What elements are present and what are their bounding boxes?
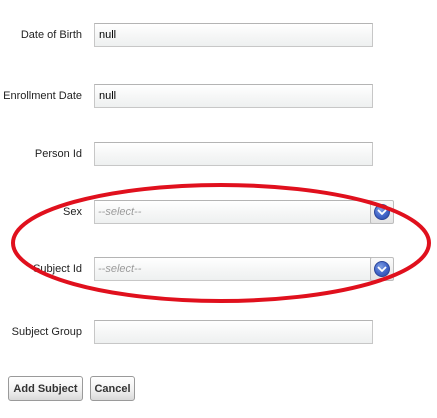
subject-id-label: Subject Id <box>33 263 82 275</box>
sex-select[interactable]: --select-- <box>94 200 373 224</box>
chevron-down-icon <box>377 209 387 215</box>
enrollment-date-label: Enrollment Date <box>3 90 82 102</box>
subject-group-row: Subject Group <box>0 320 437 344</box>
person-id-field[interactable] <box>94 142 373 166</box>
subject-id-dropdown-button[interactable] <box>370 257 394 281</box>
enrollment-date-row: Enrollment Date <box>0 84 437 108</box>
sex-label: Sex <box>63 206 82 218</box>
cancel-button[interactable]: Cancel <box>90 376 135 401</box>
date-of-birth-label: Date of Birth <box>20 29 82 41</box>
chevron-down-icon <box>377 266 387 272</box>
sex-row: Sex --select-- <box>0 200 437 224</box>
person-id-row: Person Id <box>0 142 437 166</box>
subject-id-row: Subject Id --select-- <box>0 257 437 281</box>
date-of-birth-field[interactable] <box>94 23 373 47</box>
enrollment-date-field[interactable] <box>94 84 373 108</box>
person-id-label: Person Id <box>34 148 82 160</box>
sex-dropdown-button[interactable] <box>370 200 394 224</box>
add-subject-button[interactable]: Add Subject <box>8 376 83 401</box>
subject-group-field[interactable] <box>94 320 373 344</box>
subject-id-select[interactable]: --select-- <box>94 257 373 281</box>
date-of-birth-row: Date of Birth <box>0 23 437 47</box>
subject-group-label: Subject Group <box>11 326 82 338</box>
